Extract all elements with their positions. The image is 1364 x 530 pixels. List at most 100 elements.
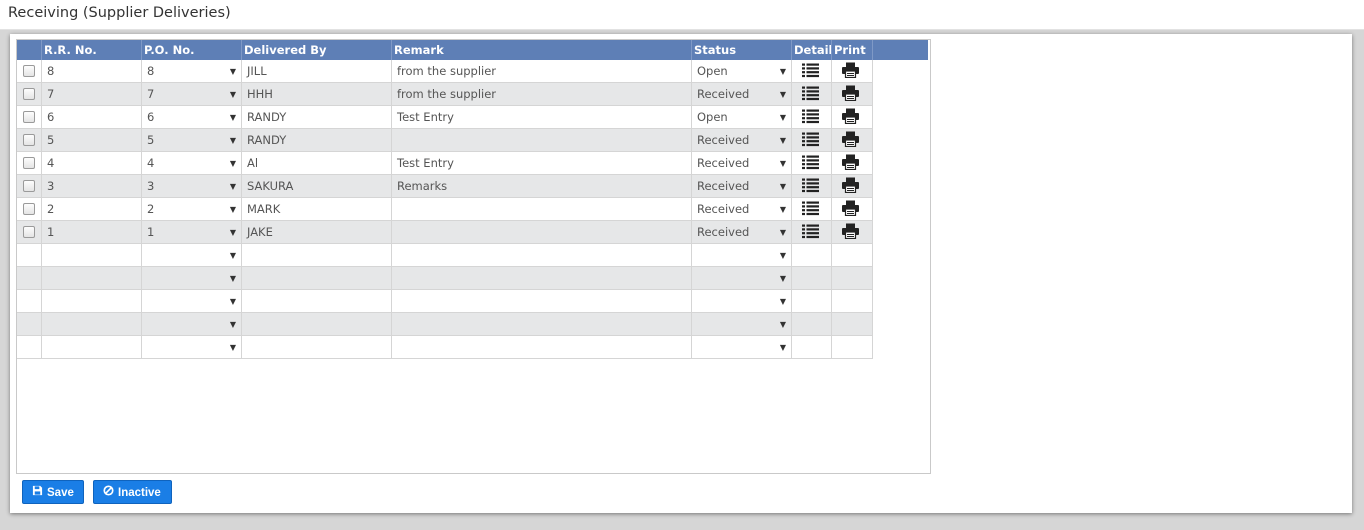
header-delivered-by[interactable]: Delivered By [242,40,392,60]
detail-cell[interactable] [792,221,832,244]
row-select-cell[interactable] [17,198,42,221]
dropdown-arrow-icon[interactable]: ▼ [230,267,236,289]
print-cell[interactable] [832,152,873,175]
table-row[interactable]: 2 2 ▼ MARK Received ▼ [17,198,873,221]
row-select-cell[interactable] [17,290,42,313]
remark-cell[interactable] [392,267,692,290]
printer-icon[interactable] [842,131,859,151]
dropdown-arrow-icon[interactable]: ▼ [230,336,236,358]
row-select-cell[interactable] [17,60,42,83]
printer-icon[interactable] [842,177,859,197]
dropdown-arrow-icon[interactable]: ▼ [780,221,786,243]
list-icon[interactable] [802,132,819,151]
detail-cell[interactable] [792,129,832,152]
delivered-by-cell[interactable] [242,336,392,359]
dropdown-arrow-icon[interactable]: ▼ [230,198,236,220]
row-select-cell[interactable] [17,221,42,244]
rr-no-cell[interactable] [42,267,142,290]
po-no-select[interactable]: 4 ▼ [142,152,242,175]
po-no-select[interactable]: ▼ [142,244,242,267]
row-select-cell[interactable] [17,244,42,267]
delivered-by-cell[interactable] [242,313,392,336]
detail-cell[interactable] [792,83,832,106]
dropdown-arrow-icon[interactable]: ▼ [780,129,786,151]
dropdown-arrow-icon[interactable]: ▼ [230,60,236,82]
status-select[interactable]: ▼ [692,313,792,336]
detail-cell[interactable] [792,152,832,175]
list-icon[interactable] [802,224,819,243]
delivered-by-cell[interactable] [242,267,392,290]
inactive-button[interactable]: Inactive [93,480,172,504]
po-no-select[interactable]: 8 ▼ [142,60,242,83]
empty-table-row[interactable]: ▼ ▼ [17,336,873,359]
table-row[interactable]: 1 1 ▼ JAKE Received ▼ [17,221,873,244]
header-status[interactable]: Status [692,40,792,60]
dropdown-arrow-icon[interactable]: ▼ [780,267,786,289]
dropdown-arrow-icon[interactable]: ▼ [230,83,236,105]
po-no-select[interactable]: 2 ▼ [142,198,242,221]
dropdown-arrow-icon[interactable]: ▼ [230,290,236,312]
printer-icon[interactable] [842,108,859,128]
dropdown-arrow-icon[interactable]: ▼ [780,336,786,358]
remark-cell[interactable] [392,198,692,221]
rr-no-cell[interactable]: 4 [42,152,142,175]
status-select[interactable]: Received ▼ [692,152,792,175]
delivered-by-cell[interactable]: JAKE [242,221,392,244]
list-icon[interactable] [802,86,819,105]
po-no-select[interactable]: 7 ▼ [142,83,242,106]
status-select[interactable]: Open ▼ [692,60,792,83]
status-select[interactable]: Open ▼ [692,106,792,129]
table-row[interactable]: 7 7 ▼ HHH from the supplier Received ▼ [17,83,873,106]
dropdown-arrow-icon[interactable]: ▼ [780,313,786,335]
print-cell[interactable] [832,267,873,290]
delivered-by-cell[interactable]: HHH [242,83,392,106]
row-select-cell[interactable] [17,175,42,198]
dropdown-arrow-icon[interactable]: ▼ [780,60,786,82]
po-no-select[interactable]: ▼ [142,313,242,336]
empty-table-row[interactable]: ▼ ▼ [17,290,873,313]
status-select[interactable]: ▼ [692,244,792,267]
rr-no-cell[interactable]: 1 [42,221,142,244]
table-row[interactable]: 3 3 ▼ SAKURA Remarks Received ▼ [17,175,873,198]
po-no-select[interactable]: 1 ▼ [142,221,242,244]
list-icon[interactable] [802,109,819,128]
row-select-cell[interactable] [17,313,42,336]
rr-no-cell[interactable]: 2 [42,198,142,221]
print-cell[interactable] [832,129,873,152]
row-checkbox[interactable] [23,88,35,100]
print-cell[interactable] [832,244,873,267]
po-no-select[interactable]: 6 ▼ [142,106,242,129]
dropdown-arrow-icon[interactable]: ▼ [230,244,236,266]
po-no-select[interactable]: 5 ▼ [142,129,242,152]
remark-cell[interactable] [392,313,692,336]
rr-no-cell[interactable]: 6 [42,106,142,129]
detail-cell[interactable] [792,106,832,129]
status-select[interactable]: Received ▼ [692,175,792,198]
dropdown-arrow-icon[interactable]: ▼ [230,175,236,197]
status-select[interactable]: Received ▼ [692,83,792,106]
detail-cell[interactable] [792,290,832,313]
list-icon[interactable] [802,155,819,174]
po-no-select[interactable]: ▼ [142,290,242,313]
print-cell[interactable] [832,175,873,198]
printer-icon[interactable] [842,223,859,243]
row-select-cell[interactable] [17,129,42,152]
dropdown-arrow-icon[interactable]: ▼ [780,152,786,174]
row-checkbox[interactable] [23,157,35,169]
print-cell[interactable] [832,83,873,106]
header-po-no[interactable]: P.O. No. [142,40,242,60]
delivered-by-cell[interactable] [242,244,392,267]
row-checkbox[interactable] [23,180,35,192]
dropdown-arrow-icon[interactable]: ▼ [230,152,236,174]
remark-cell[interactable] [392,290,692,313]
rr-no-cell[interactable]: 8 [42,60,142,83]
row-select-cell[interactable] [17,83,42,106]
list-icon[interactable] [802,201,819,220]
dropdown-arrow-icon[interactable]: ▼ [780,198,786,220]
remark-cell[interactable] [392,129,692,152]
dropdown-arrow-icon[interactable]: ▼ [230,313,236,335]
rr-no-cell[interactable]: 7 [42,83,142,106]
po-no-select[interactable]: 3 ▼ [142,175,242,198]
print-cell[interactable] [832,106,873,129]
empty-table-row[interactable]: ▼ ▼ [17,267,873,290]
